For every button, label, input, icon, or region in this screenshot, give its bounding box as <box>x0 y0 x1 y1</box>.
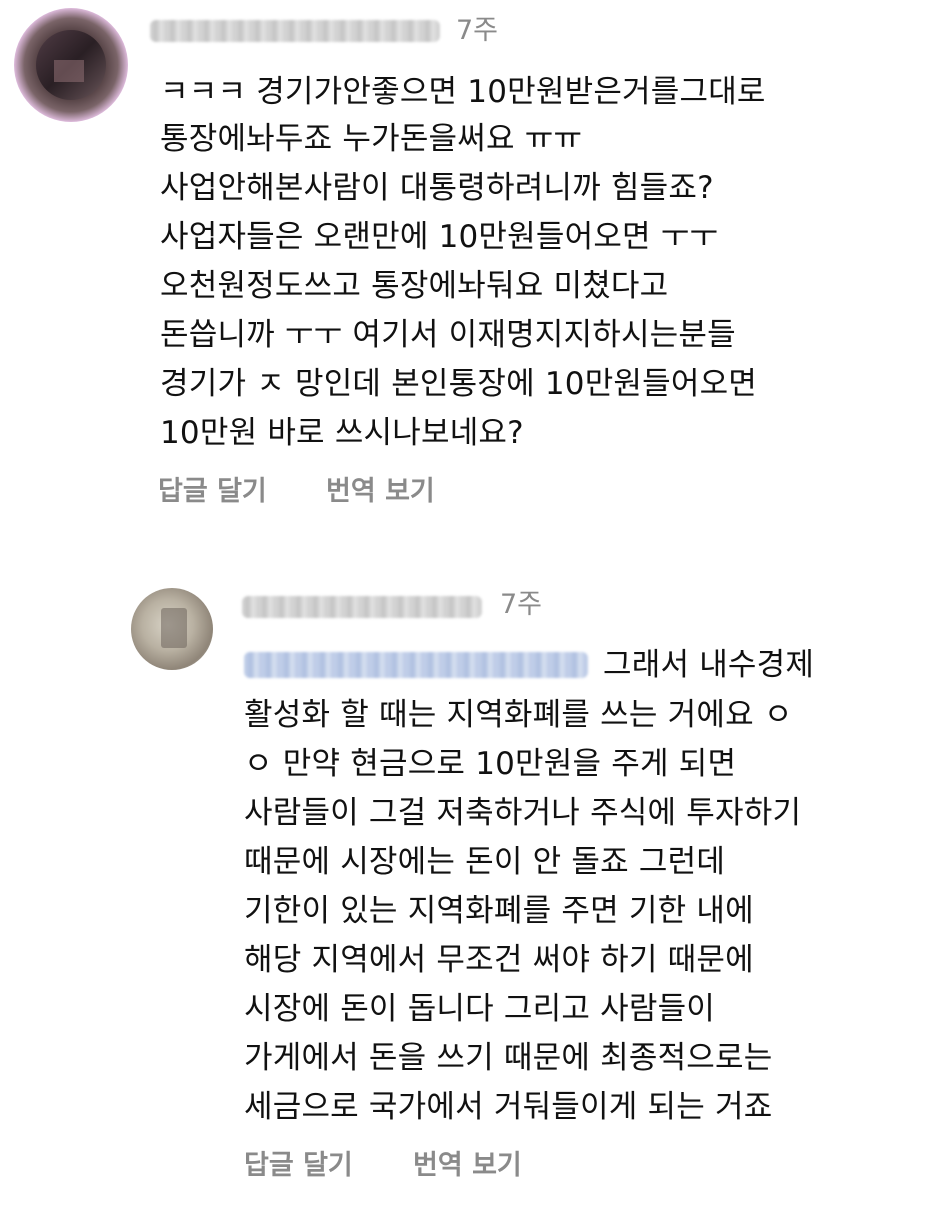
comment-text-line: ㅋㅋㅋ 경기가안좋으면 10만원받은거를그대로 <box>160 74 766 110</box>
username-redacted[interactable] <box>242 596 482 618</box>
comment-text-line: 해당 지역에서 무조건 써야 하기 때문에 <box>244 942 754 978</box>
comment-timestamp: 7주 <box>456 15 499 46</box>
avatar-image <box>161 608 187 648</box>
comment-text-line: 오천원정도쓰고 통장에놔둬요 미쳤다고 <box>160 268 669 304</box>
comment-text-line: 기한이 있는 지역화폐를 주면 기한 내에 <box>244 893 754 929</box>
comment-text-line: 활성화 할 때는 지역화폐를 쓰는 거에요 ㅇ <box>244 697 793 733</box>
comment-reply: 7주 그래서 내수경제 활성화 할 때는 지역화폐를 쓰는 거에요 ㅇ ㅇ 만약… <box>0 560 951 1216</box>
comment-text-line: 사람들이 그걸 저축하거나 주식에 투자하기 <box>244 795 802 831</box>
mention-redacted[interactable] <box>244 652 588 678</box>
comment-text-line: 가게에서 돈을 쓰기 때문에 최종적으로는 <box>244 1040 773 1076</box>
comment-text-line: 때문에 시장에는 돈이 안 돌죠 그런데 <box>244 844 726 880</box>
comment-main: 7주 ㅋㅋㅋ 경기가안좋으면 10만원받은거를그대로 통장에놔두죠 누가돈을써요… <box>0 0 951 540</box>
comment-timestamp: 7주 <box>500 589 543 620</box>
avatar-image <box>36 30 106 100</box>
comment-text-line: 세금으로 국가에서 거둬들이게 되는 거죠 <box>244 1089 773 1125</box>
reply-button[interactable]: 답글 달기 <box>244 1152 353 1179</box>
avatar[interactable] <box>131 588 213 670</box>
comment-text-line: 시장에 돈이 돕니다 그리고 사람들이 <box>244 991 716 1027</box>
comment-text-line: 사업자들은 오랜만에 10만원들어오면 ㅜㅜ <box>160 219 719 255</box>
comment-text-line: 통장에놔두죠 누가돈을써요 ㅠㅠ <box>160 121 583 157</box>
username-redacted[interactable] <box>150 20 440 42</box>
comment-text-line: 10만원 바로 쓰시나보네요? <box>160 415 524 451</box>
comment-text-line: ㅇ 만약 현금으로 10만원을 주게 되면 <box>244 746 737 782</box>
reply-button[interactable]: 답글 달기 <box>158 478 267 505</box>
translate-button[interactable]: 번역 보기 <box>413 1152 522 1179</box>
avatar[interactable] <box>14 8 128 122</box>
comment-text-line: 돈씁니까 ㅜㅜ 여기서 이재명지지하시는분들 <box>160 317 736 353</box>
translate-button[interactable]: 번역 보기 <box>326 478 435 505</box>
comment-text-line: 그래서 내수경제 <box>603 647 815 683</box>
comment-text-line: 경기가 ㅈ 망인데 본인통장에 10만원들어오면 <box>160 366 758 402</box>
comment-text-line: 사업안해본사람이 대통령하려니까 힘들죠? <box>160 170 714 206</box>
